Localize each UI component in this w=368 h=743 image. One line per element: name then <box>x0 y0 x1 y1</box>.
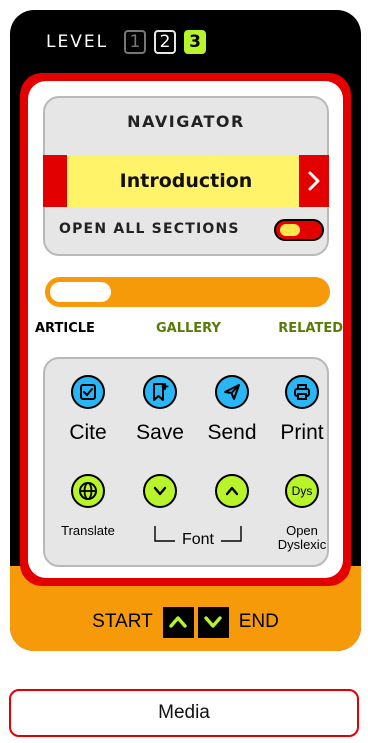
save-label: Save <box>136 421 184 444</box>
chevron-up-icon <box>225 486 239 496</box>
open-dyslexic-button[interactable]: Dys <box>285 474 319 508</box>
send-icon <box>224 384 240 400</box>
level-selector: LEVEL 1 2 3 <box>10 10 361 74</box>
level-1-button[interactable]: 1 <box>124 30 147 54</box>
level-2-button[interactable]: 2 <box>154 30 177 54</box>
section-title: Introduction <box>119 170 253 192</box>
tab-related[interactable]: RELATED <box>278 321 343 336</box>
chevron-down-icon <box>204 616 222 628</box>
content-inner: NAVIGATOR Introduction OPEN ALL SECTIONS <box>28 81 343 578</box>
reading-progress-bar[interactable] <box>45 277 330 307</box>
font-decrease-button[interactable] <box>143 474 177 508</box>
section-selector[interactable]: Introduction <box>43 155 329 207</box>
toggle-knob <box>280 224 300 236</box>
globe-icon <box>79 482 97 500</box>
translate-label: Translate <box>61 523 115 538</box>
tab-gallery[interactable]: GALLERY <box>156 321 221 336</box>
cite-label: Cite <box>69 421 107 444</box>
chevron-up-icon <box>169 616 187 628</box>
reading-progress-indicator <box>50 282 111 302</box>
save-button[interactable] <box>143 375 177 409</box>
navigator-box: NAVIGATOR Introduction OPEN ALL SECTIONS <box>43 96 329 256</box>
font-label: Font <box>181 531 214 548</box>
cite-button[interactable] <box>71 375 105 409</box>
open-all-sections-label: OPEN ALL SECTIONS <box>59 221 240 237</box>
navigator-title: NAVIGATOR <box>127 112 245 131</box>
end-label: END <box>238 611 279 632</box>
bookmark-add-icon <box>153 383 169 401</box>
open-all-sections-toggle[interactable] <box>274 219 324 241</box>
print-label: Print <box>280 421 324 444</box>
next-section-button[interactable] <box>197 606 229 638</box>
content-tabs: ARTICLE GALLERY RELATED <box>28 321 343 341</box>
level-3-button[interactable]: 3 <box>184 30 207 54</box>
tab-article[interactable]: ARTICLE <box>35 321 95 336</box>
level-label: LEVEL <box>46 32 109 52</box>
font-size-group: Font <box>153 526 243 548</box>
chevron-down-icon <box>153 486 167 496</box>
actions-panel: Cite Save Send Print Translate Font Dys … <box>43 357 329 567</box>
dyslexic-icon-text: Dys <box>291 484 313 498</box>
cite-check-icon <box>80 384 96 400</box>
section-nav: START END <box>10 605 361 639</box>
section-next-button[interactable] <box>299 155 329 207</box>
open-dyslexic-label-line2: Dyslexic <box>277 537 327 552</box>
send-button[interactable] <box>215 375 249 409</box>
send-label: Send <box>207 421 257 444</box>
chevron-right-icon <box>308 171 320 191</box>
print-button[interactable] <box>285 375 319 409</box>
media-button[interactable]: Media <box>9 689 359 737</box>
reader-device: LEVEL 1 2 3 NAVIGATOR Introduction OPEN … <box>10 10 361 651</box>
content-panel: NAVIGATOR Introduction OPEN ALL SECTIONS <box>20 73 351 586</box>
open-dyslexic-label-line1: Open <box>286 523 318 538</box>
translate-button[interactable] <box>71 474 105 508</box>
font-increase-button[interactable] <box>215 474 249 508</box>
start-label: START <box>92 611 153 632</box>
printer-icon <box>294 384 310 400</box>
previous-section-button[interactable] <box>162 606 194 638</box>
